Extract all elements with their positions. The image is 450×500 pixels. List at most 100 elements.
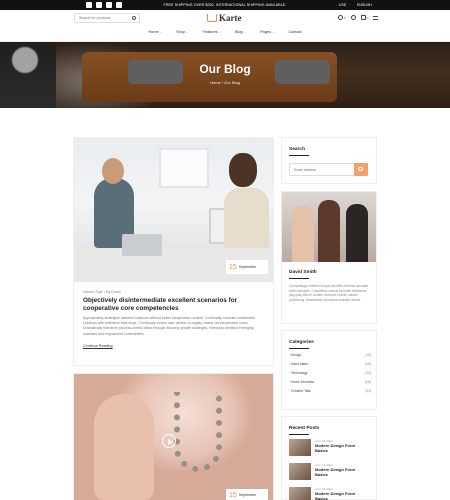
post-date-month: September — [238, 493, 257, 497]
author-name: David Smith — [289, 270, 317, 275]
category-count: (09) — [365, 362, 371, 366]
recent-post-thumbnail[interactable] — [289, 487, 311, 500]
chevron-down-icon: ⌄ — [159, 30, 163, 34]
recent-post-title[interactable]: Modern Design From Basics — [315, 467, 365, 477]
logo-text: Karte — [219, 13, 242, 23]
wishlist-icon[interactable] — [350, 15, 356, 20]
header-icons: 0 0 — [338, 15, 379, 20]
post-date-day: 15 — [229, 263, 237, 271]
promo-text: FREE SHIPPING OVER $250. INTERNATIONAL S… — [163, 2, 287, 7]
category-label: Technology — [289, 371, 308, 380]
post-date-badge: 15 September — [226, 489, 268, 500]
recent-post-item[interactable]: June 14, 2022 Modern Design From Basics — [289, 487, 365, 500]
author-image — [282, 192, 376, 262]
recent-post-item[interactable]: June 12, 2022 Modern Design From Basics — [289, 439, 365, 456]
recent-post-item[interactable]: June 13, 2022 Modern Design From Basics — [289, 463, 365, 480]
category-count: (04) — [365, 389, 371, 393]
main-nav: Home⌄ Shop⌄ Features⌄ Blog⌄ Pages⌄ Conta… — [0, 30, 450, 34]
wishlist-count: 0 — [344, 15, 346, 20]
post-image[interactable]: 15 September — [74, 374, 273, 500]
nav-item-pages[interactable]: Pages⌄ — [260, 30, 274, 34]
category-label: Hand Made — [289, 362, 308, 371]
top-bar: FREE SHIPPING OVER $250. INTERNATIONAL S… — [0, 0, 450, 10]
play-video-icon[interactable] — [162, 434, 176, 448]
sidebar-search-button[interactable] — [354, 163, 368, 176]
search-icon — [358, 166, 363, 171]
category-label: Home Decorate — [289, 380, 314, 389]
breadcrumb-current: Our Blog — [224, 80, 240, 85]
title-underline — [289, 348, 309, 349]
nav-item-home[interactable]: Home⌄ — [148, 30, 162, 34]
title-underline — [289, 155, 309, 156]
category-label: Design — [289, 353, 301, 362]
page-hero: Our Blog Home / Our Blog — [0, 42, 450, 108]
author-image-person — [292, 206, 314, 262]
sidebar-search-input[interactable] — [289, 163, 355, 176]
site-header: Karte 0 0 Home⌄ Shop⌄ Features⌄ Blog⌄ Pa… — [0, 10, 450, 42]
account-icon[interactable] — [338, 15, 343, 20]
author-image-person — [346, 204, 368, 262]
post-date-badge: 15 September — [226, 260, 268, 274]
category-item[interactable]: Design (15) — [289, 353, 371, 362]
title-underline — [289, 278, 309, 279]
widget-title: Search — [289, 147, 305, 152]
cart-count: 0 — [366, 15, 369, 20]
search-icon[interactable] — [132, 16, 136, 20]
post-title[interactable]: Objectively disintermediate excellent sc… — [83, 297, 265, 313]
author-bio: Compellingly redefine unique benefits wh… — [289, 284, 369, 302]
post-meta: Interior Style / By David — [83, 290, 121, 294]
breadcrumb: Home / Our Blog — [0, 80, 450, 85]
category-item[interactable]: Home Decorate (06) — [289, 380, 371, 389]
page-title: Our Blog — [199, 62, 251, 76]
menu-icon[interactable] — [373, 15, 379, 20]
post-image[interactable]: 15 September — [74, 138, 273, 282]
cart-logo-icon — [207, 14, 217, 22]
site-logo[interactable]: Karte — [207, 13, 242, 23]
author-image-person — [318, 200, 340, 262]
breadcrumb-separator: / — [221, 80, 223, 85]
recent-post-thumbnail[interactable] — [289, 439, 311, 456]
categories-widget: Categories Design (15) Hand Made (09) Tech… — [281, 330, 377, 410]
recent-post-title[interactable]: Modern Design From Basics — [315, 443, 365, 453]
breadcrumb-home[interactable]: Home — [210, 80, 221, 85]
post-image-necklace — [174, 392, 222, 472]
category-item[interactable]: Technology (25) — [289, 371, 371, 380]
category-label: Creative Tails — [289, 389, 311, 398]
currency-selector[interactable]: USD — [339, 3, 346, 7]
nav-item-blog[interactable]: Blog⌄ — [235, 30, 246, 34]
post-image-person-head — [229, 153, 257, 187]
author-widget: David Smith Compellingly redefine unique… — [281, 191, 377, 324]
category-item[interactable]: Hand Made (09) — [289, 362, 371, 371]
category-item[interactable]: Creative Tails (04) — [289, 389, 371, 398]
nav-item-shop[interactable]: Shop⌄ — [176, 30, 188, 34]
recent-post-thumbnail[interactable] — [289, 463, 311, 480]
nav-item-features[interactable]: Features⌄ — [203, 30, 222, 34]
category-count: (15) — [365, 353, 371, 357]
chevron-down-icon: ⌄ — [186, 30, 189, 34]
chevron-down-icon: ⌄ — [218, 30, 222, 34]
post-image-hand — [94, 394, 154, 500]
post-date-day: 15 — [229, 491, 237, 499]
chevron-down-icon: ⌄ — [271, 30, 275, 34]
post-image-person-head — [102, 158, 124, 184]
recent-posts-widget: Recent Posts June 12, 2022 Modern Design… — [281, 416, 377, 500]
category-list: Design(15) Hand Made(09) Technology(25) … — [289, 353, 371, 398]
blog-post-card: 15 September — [73, 373, 274, 500]
title-underline — [289, 434, 309, 435]
cart-icon[interactable] — [360, 15, 366, 20]
search-input[interactable] — [74, 13, 140, 23]
nav-item-contact[interactable]: Contact — [288, 30, 301, 34]
search-widget: Search — [281, 137, 377, 184]
post-image-laptop — [122, 234, 162, 256]
continue-reading-link[interactable]: Continue Reading — [83, 344, 113, 348]
category-count: (25) — [365, 371, 371, 375]
post-excerpt: Appropriately strategize backend solutio… — [83, 316, 255, 336]
recent-post-title[interactable]: Modern Design From Basics — [315, 491, 365, 500]
language-selector[interactable]: ENGLISH — [357, 3, 372, 7]
category-count: (06) — [365, 380, 371, 384]
blog-post-card: 15 September Interior Style / By David O… — [73, 137, 274, 366]
post-date-month: September — [238, 265, 257, 269]
post-image-window — [159, 148, 209, 188]
widget-title: Categories — [289, 340, 314, 345]
widget-title: Recent Posts — [289, 426, 320, 431]
